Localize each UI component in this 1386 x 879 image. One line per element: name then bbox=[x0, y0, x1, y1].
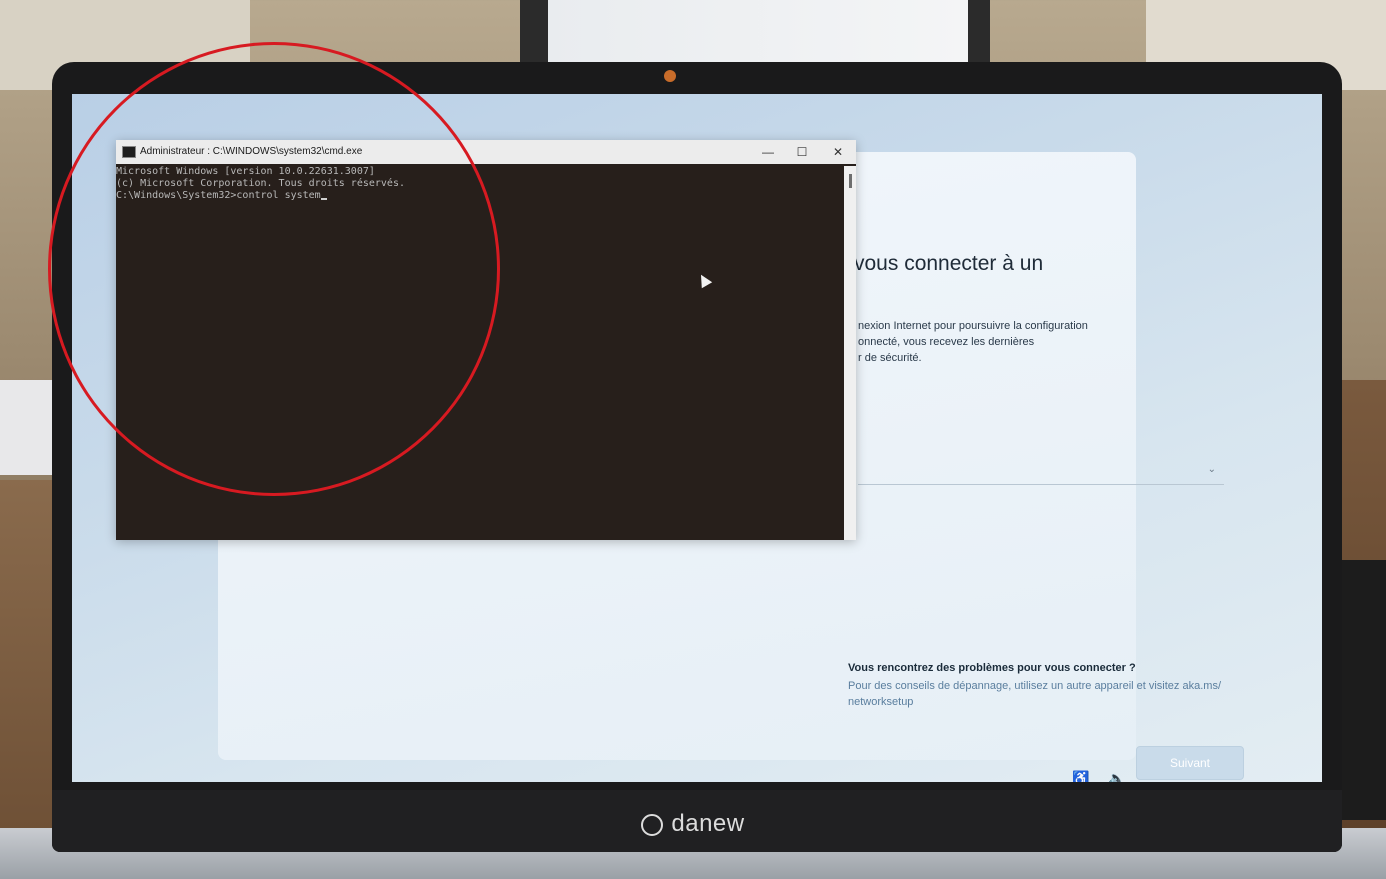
network-select[interactable]: ⌄ bbox=[858, 460, 1224, 485]
red-annotation-circle bbox=[48, 42, 500, 496]
chevron-down-icon: ⌄ bbox=[1207, 464, 1216, 475]
oobe-description-line: onnecté, vous recevez les dernières bbox=[858, 336, 1035, 348]
oobe-description-line: nexion Internet pour poursuivre la confi… bbox=[858, 320, 1088, 332]
background-papers bbox=[0, 380, 60, 475]
volume-icon[interactable]: 🔈 bbox=[1108, 770, 1125, 782]
cmd-scrollbar-thumb[interactable] bbox=[849, 174, 852, 188]
oobe-description-line: r de sécurité. bbox=[858, 352, 922, 364]
minimize-button[interactable]: — bbox=[750, 140, 786, 164]
oobe-description: nexion Internet pour poursuivre la confi… bbox=[858, 318, 1158, 366]
close-button[interactable]: ✕ bbox=[820, 140, 856, 164]
background-monitor-screen bbox=[548, 0, 968, 62]
next-button[interactable]: Suivant bbox=[1136, 746, 1244, 780]
brand-name: danew bbox=[671, 810, 745, 837]
cmd-scrollbar[interactable] bbox=[844, 166, 856, 540]
problem-help-link[interactable]: Pour des conseils de dépannage, utilisez… bbox=[848, 678, 1258, 710]
maximize-button[interactable]: ☐ bbox=[784, 140, 820, 164]
laptop-brand: danew bbox=[0, 810, 1386, 838]
webcam bbox=[664, 70, 676, 82]
accessibility-icon[interactable]: ♿ bbox=[1072, 770, 1089, 782]
problem-title: Vous rencontrez des problèmes pour vous … bbox=[848, 662, 1136, 674]
brand-logo-icon bbox=[641, 813, 664, 836]
oobe-title: vous connecter à un bbox=[854, 252, 1044, 275]
